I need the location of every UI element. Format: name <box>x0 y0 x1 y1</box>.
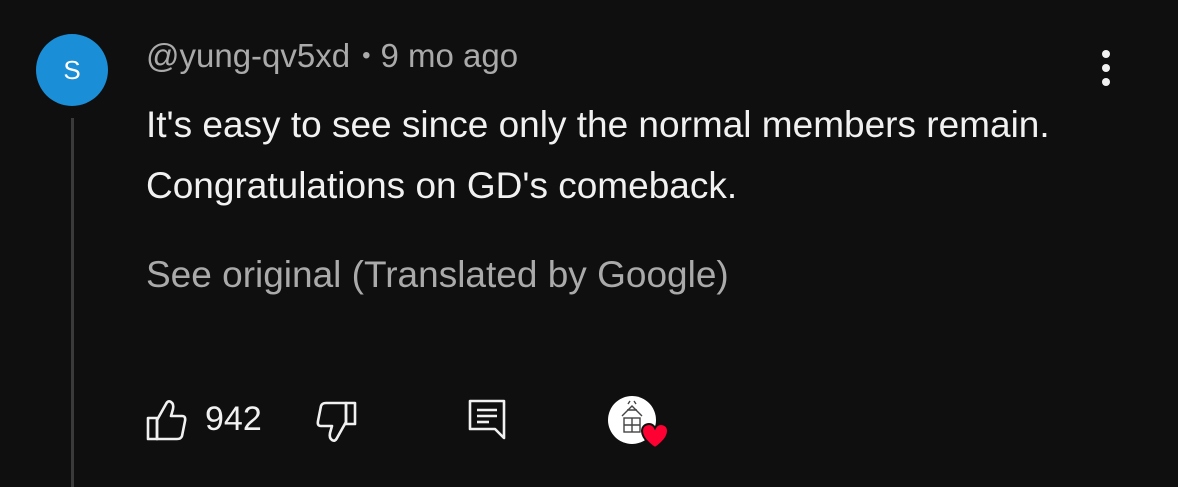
comment-meta: @yung-qv5xd • 9 mo ago <box>146 36 518 80</box>
like-button[interactable] <box>146 398 188 442</box>
creator-heart-badge <box>608 396 670 452</box>
thumbs-up-icon <box>146 400 187 441</box>
reply-comment-icon <box>468 399 506 440</box>
comment-timestamp[interactable]: 9 mo ago <box>381 37 519 74</box>
more-options-button[interactable] <box>1086 46 1126 90</box>
more-vertical-icon <box>1102 50 1110 86</box>
thumbs-down-icon <box>316 401 357 442</box>
author-avatar[interactable]: S <box>36 34 108 106</box>
see-original-link[interactable]: See original (Translated by Google) <box>146 252 729 298</box>
avatar-letter: S <box>63 54 81 85</box>
creator-heart-icon <box>640 422 670 450</box>
dislike-button[interactable] <box>315 400 357 444</box>
like-count: 942 <box>205 400 262 438</box>
comment-text: It's easy to see since only the normal m… <box>146 104 1050 206</box>
reply-button[interactable] <box>467 398 507 442</box>
comment-action-bar: 942 <box>0 390 1178 450</box>
author-handle[interactable]: @yung-qv5xd <box>146 37 350 74</box>
meta-separator: • <box>362 42 371 69</box>
